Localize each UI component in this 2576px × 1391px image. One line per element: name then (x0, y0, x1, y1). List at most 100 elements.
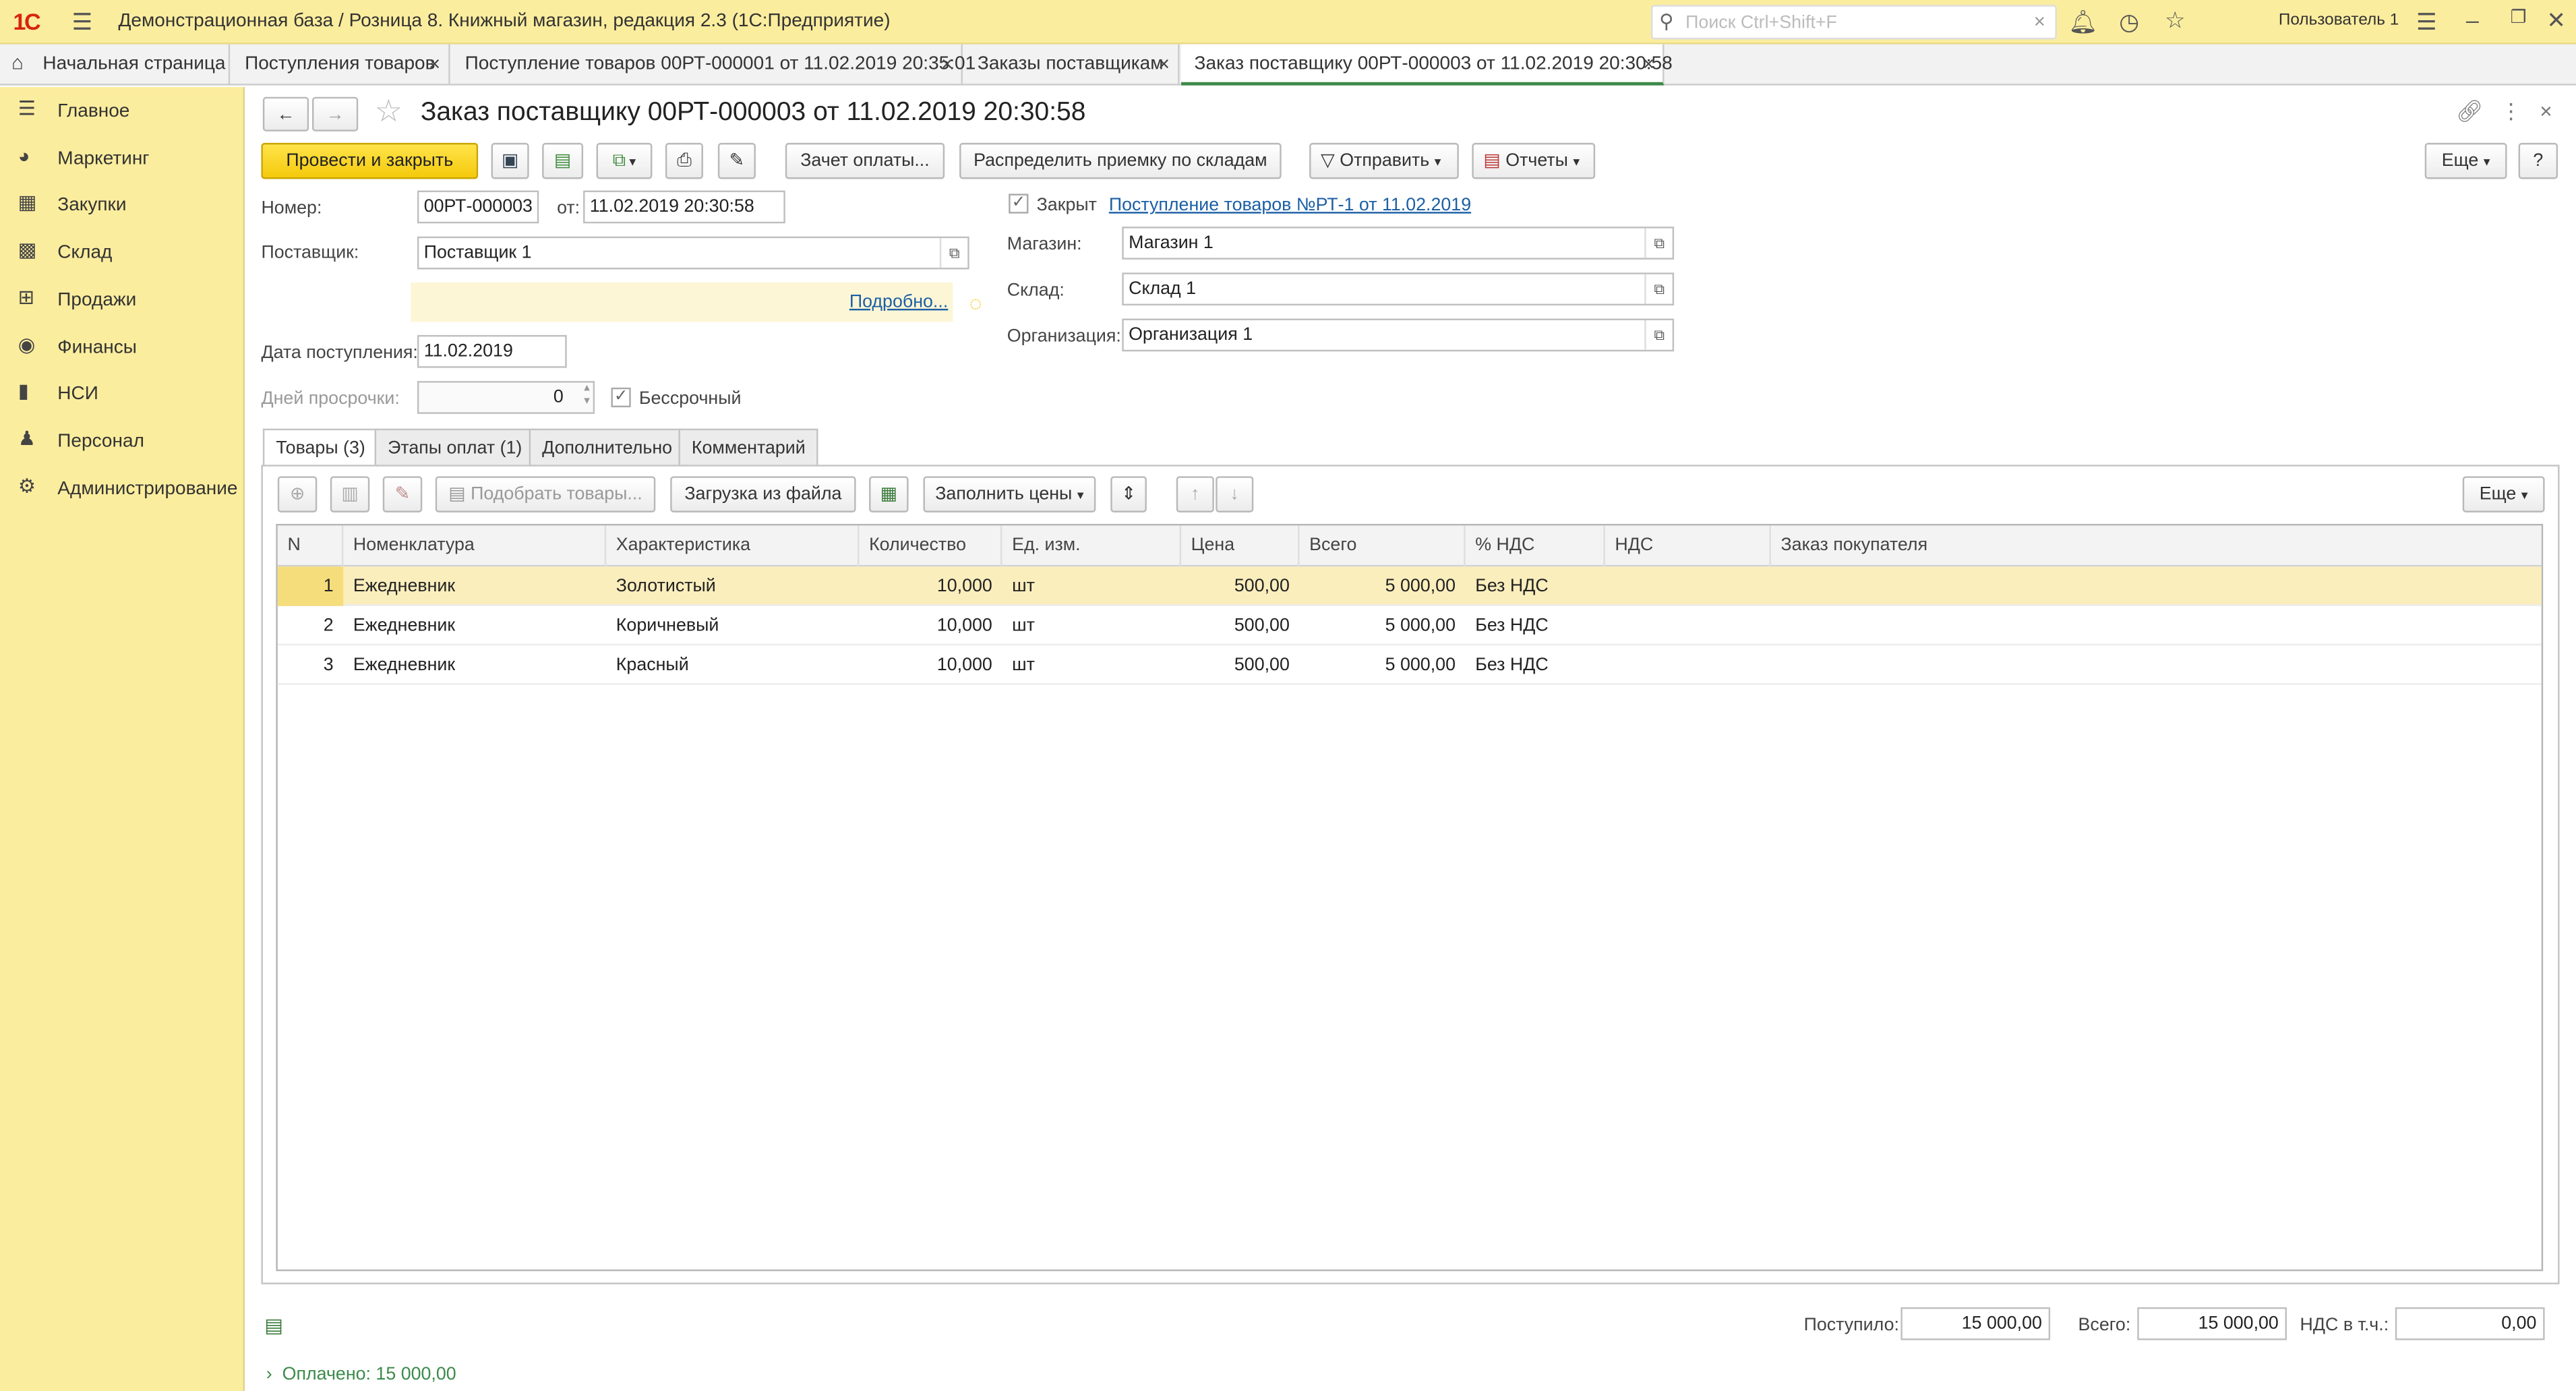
open-icon[interactable]: ⧉ (1644, 320, 1672, 350)
excel-button[interactable]: ▦ (869, 476, 909, 512)
receipt-document-link[interactable]: Поступление товаров №РТ-1 от 11.02.2019 (1109, 196, 1471, 215)
warehouse-field[interactable]: Склад 1 ⧉ (1122, 272, 1675, 306)
close-form-icon[interactable]: × (2540, 98, 2552, 123)
sidebar-item-admin[interactable]: ⚙ Администрирование (0, 467, 245, 512)
tab-home[interactable]: ⌂ Начальная страница (0, 44, 231, 86)
spin-icon[interactable]: ▴ ▾ (584, 383, 590, 409)
open-icon[interactable]: ⧉ (1644, 228, 1672, 258)
col-total[interactable]: Всего (1300, 525, 1466, 567)
table-more-button[interactable]: Еще ▾ (2462, 476, 2545, 512)
more-button[interactable]: Еще ▾ (2424, 142, 2507, 179)
add-row-button[interactable]: ⊕ (277, 476, 318, 512)
send-button[interactable]: ▽ Отправить ▾ (1309, 142, 1459, 179)
table-header: N Номенклатура Характеристика Количество… (277, 525, 2542, 567)
tab-supplier-orders[interactable]: Заказы поставщикам × (964, 44, 1180, 86)
tab-comment[interactable]: Комментарий (678, 428, 819, 465)
col-customer-order[interactable]: Заказ покупателя (1771, 525, 2542, 566)
notifications-icon[interactable]: 🔔︎ (2068, 8, 2098, 36)
favorites-icon[interactable]: ☆ (2160, 7, 2190, 34)
offset-payment-button[interactable]: Зачет оплаты... (785, 142, 945, 179)
paid-toggle[interactable]: › Оплачено: 15 000,00 (266, 1365, 456, 1384)
move-up-button[interactable]: ↑ (1176, 476, 1214, 512)
edit-button[interactable]: ✎ (717, 142, 756, 179)
organization-field[interactable]: Организация 1 ⧉ (1122, 318, 1675, 352)
table-row[interactable]: 2 Ежедневник Коричневый 10,000 шт 500,00… (277, 606, 2542, 646)
open-tabs-bar: ⌂ Начальная страница Поступления товаров… (0, 44, 2576, 86)
minimize-icon[interactable]: – (2457, 7, 2487, 33)
overdue-days-field[interactable]: 0 ▴ ▾ (417, 381, 595, 414)
create-based-on-button[interactable]: ⧉ ▾ (596, 142, 653, 179)
vat-included-field[interactable]: 0,00 (2395, 1307, 2545, 1340)
table-row[interactable]: 3 Ежедневник Красный 10,000 шт 500,00 5 … (277, 645, 2542, 685)
close-tab-icon[interactable]: × (941, 53, 953, 76)
tab-additional[interactable]: Дополнительно (529, 428, 686, 465)
col-item[interactable]: Номенклатура (343, 525, 607, 567)
forward-button[interactable]: → (311, 96, 359, 131)
pick-goods-button[interactable]: ▤ Подобрать товары... (435, 476, 656, 512)
sidebar-item-staff[interactable]: ♟ Персонал (0, 419, 245, 465)
post-and-close-button[interactable]: Провести и закрыть (261, 142, 479, 179)
barcode-button[interactable]: ▥ (330, 476, 370, 512)
receipt-date-field[interactable]: 11.02.2019 (417, 334, 567, 368)
col-price[interactable]: Цена (1181, 525, 1300, 567)
reports-button[interactable]: ▤ Отчеты ▾ (1472, 142, 1596, 179)
close-tab-icon[interactable]: × (1643, 53, 1654, 76)
open-icon[interactable]: ⧉ (1644, 274, 1672, 304)
back-button[interactable]: ← (262, 96, 309, 131)
supplier-field[interactable]: Поставщик 1 ⧉ (417, 236, 969, 270)
edit-row-button[interactable]: ✎ (382, 476, 423, 512)
sidebar-item-marketing[interactable]: ◕ Маркетинг (0, 136, 245, 182)
sidebar-item-nsi[interactable]: ▮ НСИ (0, 371, 245, 417)
sort-button[interactable]: ⇕ (1110, 476, 1147, 512)
tab-payment-stages[interactable]: Этапы оплат (1) (374, 428, 535, 465)
tab-receipts[interactable]: Поступления товаров × (232, 44, 450, 86)
sidebar-item-warehouse[interactable]: ▩ Склад (0, 230, 245, 276)
move-down-button[interactable]: ↓ (1216, 476, 1254, 512)
fill-prices-button[interactable]: Заполнить цены ▾ (923, 476, 1096, 512)
col-n[interactable]: N (278, 525, 344, 567)
main-menu-icon[interactable]: ☰ (67, 8, 97, 36)
close-tab-icon[interactable]: × (1158, 53, 1170, 76)
closed-checkbox[interactable]: ✓ (1009, 194, 1029, 214)
col-unit[interactable]: Ед. изм. (1002, 525, 1182, 567)
col-vat[interactable]: НДС (1605, 525, 1771, 567)
total-field[interactable]: 15 000,00 (2137, 1307, 2287, 1340)
distribute-receipt-button[interactable]: Распределить приемку по складам (959, 142, 1282, 179)
more-menu-icon[interactable]: ⋮ (2500, 98, 2522, 125)
sidebar-item-finance[interactable]: ◉ Финансы (0, 325, 245, 371)
col-qty[interactable]: Количество (859, 525, 1002, 567)
print-button[interactable]: ⎙ (665, 142, 703, 179)
date-field[interactable]: 11.02.2019 20:30:58 (583, 190, 785, 224)
open-icon[interactable]: ⧉ (939, 238, 967, 268)
col-feature[interactable]: Характеристика (606, 525, 860, 567)
sidebar-item-purchases[interactable]: ▦ Закупки (0, 182, 245, 228)
user-name[interactable]: Пользователь 1 (2279, 11, 2399, 30)
restore-icon[interactable]: ❐ (2504, 7, 2534, 28)
tab-receipt-doc[interactable]: Поступление товаров 00РТ-000001 от 11.02… (452, 44, 976, 86)
link-icon[interactable]: 🔗︎ (2456, 98, 2483, 125)
tab-supplier-order-doc[interactable]: Заказ поставщику 00РТ-000003 от 11.02.20… (1181, 44, 1673, 86)
sidebar-item-sales[interactable]: ⊞ Продажи (0, 278, 245, 324)
store-field[interactable]: Магазин 1 ⧉ (1122, 227, 1675, 260)
post-button[interactable]: ▤ (542, 142, 584, 179)
col-vat-rate[interactable]: % НДС (1466, 525, 1605, 567)
number-field[interactable]: 00РТ-000003 (417, 190, 539, 224)
table-row[interactable]: 1 Ежедневник Золотистый 10,000 шт 500,00… (277, 566, 2542, 606)
close-window-icon[interactable]: ✕ (2542, 7, 2571, 34)
history-icon[interactable]: ◷ (2114, 8, 2144, 36)
received-field[interactable]: 15 000,00 (1900, 1307, 2051, 1340)
document-status-icon[interactable]: ▤ (264, 1314, 283, 1337)
indefinite-checkbox[interactable]: ✓ (611, 387, 631, 408)
tab-label: Начальная страница (42, 54, 226, 74)
tab-goods[interactable]: Товары (3) (262, 428, 379, 467)
favorite-star-icon[interactable]: ☆ (375, 94, 403, 131)
clear-search-icon[interactable]: × (2034, 10, 2045, 33)
help-button[interactable]: ? (2518, 142, 2558, 179)
load-from-file-button[interactable]: Загрузка из файла (670, 476, 856, 512)
search-input[interactable]: ⚲ Поиск Ctrl+Shift+F × (1650, 5, 2057, 40)
save-button[interactable]: ▣ (491, 142, 529, 179)
settings-menu-icon[interactable]: ☰ (2412, 8, 2441, 36)
sidebar-item-main[interactable]: ☰ Главное (0, 89, 245, 135)
close-tab-icon[interactable]: × (429, 53, 440, 76)
details-link[interactable]: Подробно... (849, 293, 948, 312)
